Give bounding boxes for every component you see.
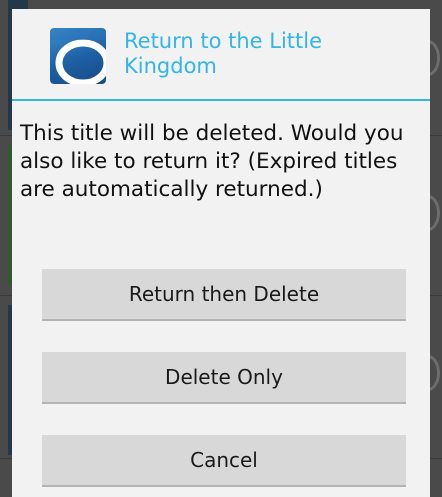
delete-only-button[interactable]: Delete Only <box>42 352 406 404</box>
return-dialog: Return to the Little Kingdom This title … <box>12 9 430 497</box>
cancel-button[interactable]: Cancel <box>42 435 406 487</box>
dialog-header: Return to the Little Kingdom <box>12 9 430 101</box>
overdrive-app-icon <box>50 28 106 84</box>
return-then-delete-button[interactable]: Return then Delete <box>42 269 406 321</box>
dialog-message: This title will be deleted. Would you al… <box>20 121 404 202</box>
title-divider <box>12 99 430 101</box>
dialog-title: Return to the Little Kingdom <box>124 29 323 78</box>
